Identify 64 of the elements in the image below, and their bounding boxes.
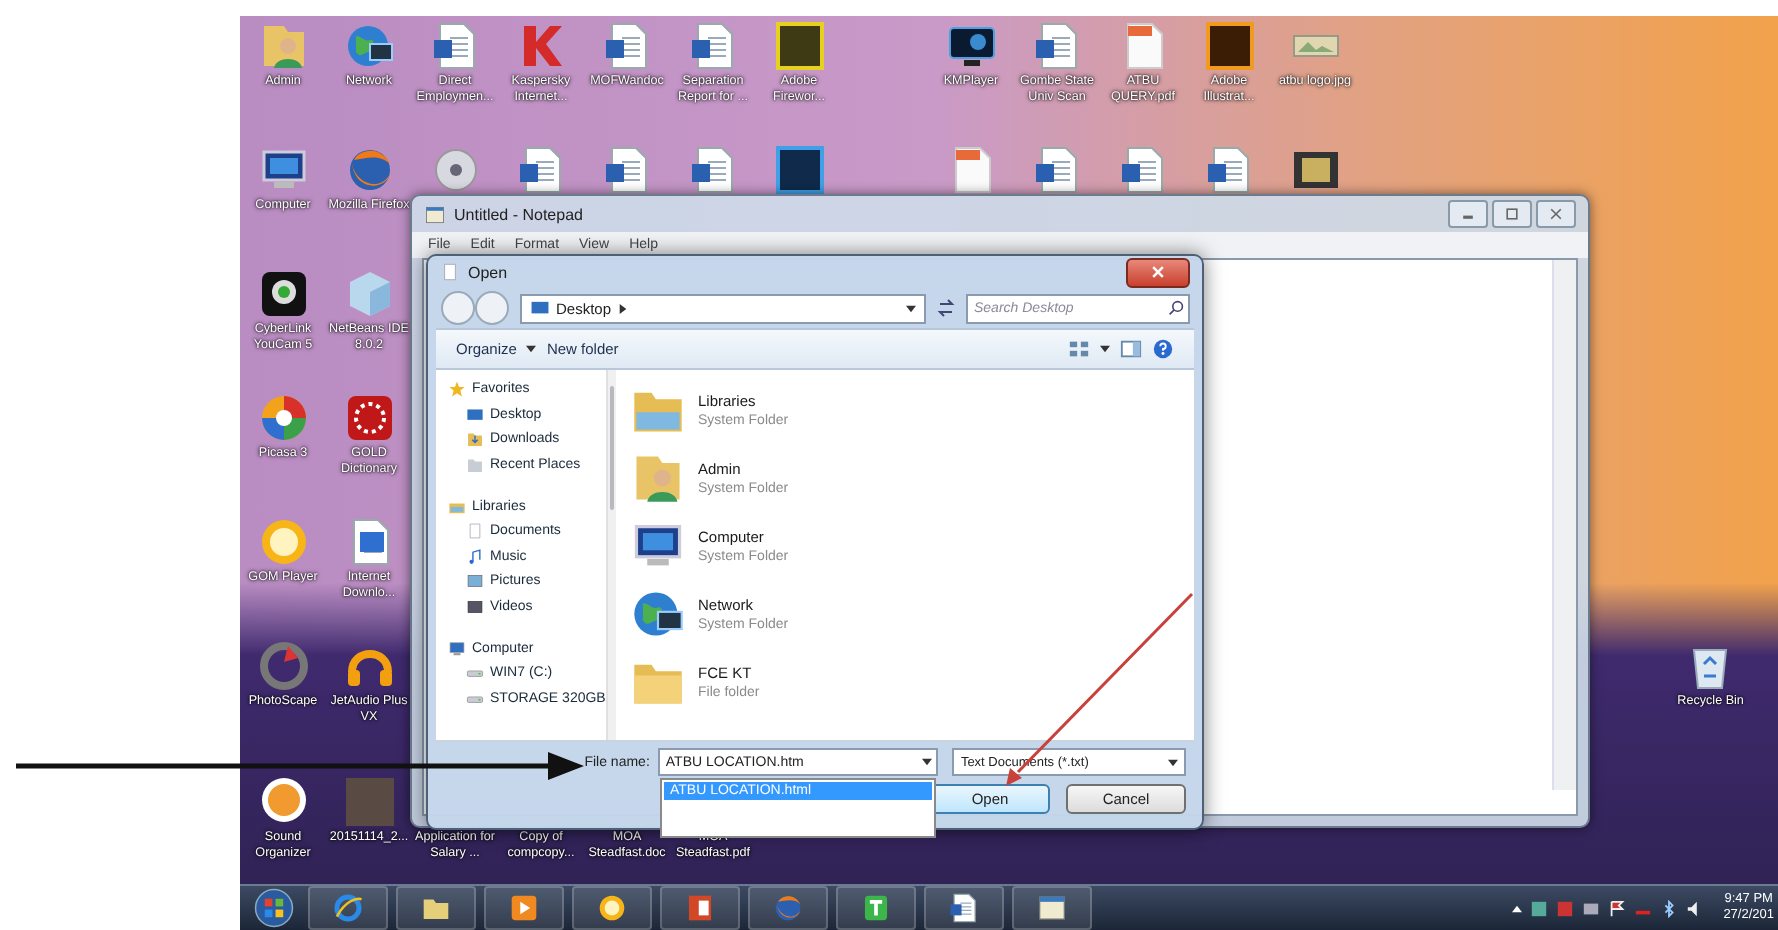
document-icon[interactable] [1117,144,1169,196]
app-icon[interactable] [1203,20,1255,72]
view-options-icon[interactable] [1068,338,1090,360]
close-button[interactable] [1126,257,1190,287]
notepad-icon[interactable] [1036,892,1068,924]
disc-icon[interactable] [429,144,481,196]
dropdown-arrow-icon[interactable] [922,757,933,767]
document-icon[interactable] [1031,20,1083,72]
windows-logo-icon[interactable] [254,888,294,928]
app-icon[interactable] [860,892,892,924]
window-title: Untitled - Notepad [454,205,583,223]
document-icon [440,262,460,282]
chevron-icon [617,303,628,313]
caret-icon [526,344,537,354]
document-icon[interactable] [601,144,653,196]
webcam-icon[interactable] [257,268,309,320]
close-icon [1548,206,1564,222]
document-icon[interactable] [515,144,567,196]
document-icon[interactable] [687,144,739,196]
minimize-button[interactable] [1448,200,1488,228]
document-icon [466,522,484,540]
desktop-icon [530,298,550,318]
app-icon[interactable] [773,144,825,196]
drive-icon [466,664,484,682]
maximize-icon [1504,206,1520,222]
scrollbar[interactable] [1552,260,1576,790]
speech-bubble-icon[interactable] [257,776,309,828]
help-icon[interactable] [1152,338,1174,360]
pinwheel-icon[interactable] [257,392,309,444]
app-icon[interactable] [343,392,395,444]
show-hidden-icons-icon[interactable] [1511,903,1522,913]
document-icon[interactable] [948,892,980,924]
document-icon[interactable] [429,20,481,72]
dropdown-arrow-icon [1168,757,1178,767]
desktop-icon [466,405,484,423]
film-icon [466,597,484,615]
play-icon[interactable] [508,892,540,924]
globe-icon[interactable] [343,20,395,72]
star-icon [448,380,466,398]
sun-icon[interactable] [596,892,628,924]
search-icon [1168,300,1184,316]
dropdown-arrow-icon[interactable] [906,303,916,313]
folder-icon [466,455,484,473]
dialog-title: Open [468,263,508,281]
refresh-icon[interactable] [934,296,958,320]
caret-icon[interactable] [1100,344,1110,354]
globe-icon[interactable] [332,892,364,924]
preview-pane-icon[interactable] [1120,338,1142,360]
music-note-icon [466,547,484,565]
document-icon[interactable] [1031,144,1083,196]
folder-icon [466,430,484,448]
document-icon[interactable] [687,20,739,72]
picture-icon [466,572,484,590]
close-icon [1150,264,1166,280]
notepad-icon [424,203,446,225]
user-folder-icon[interactable] [630,450,686,506]
bluetooth-icon[interactable] [1659,899,1678,917]
flag-icon[interactable] [1607,899,1626,917]
document-icon[interactable] [601,20,653,72]
app-icon[interactable] [684,892,716,924]
maximize-button[interactable] [1492,200,1532,228]
document-icon[interactable] [1203,144,1255,196]
scrollbar[interactable] [605,370,616,740]
monitor-icon [448,639,466,657]
